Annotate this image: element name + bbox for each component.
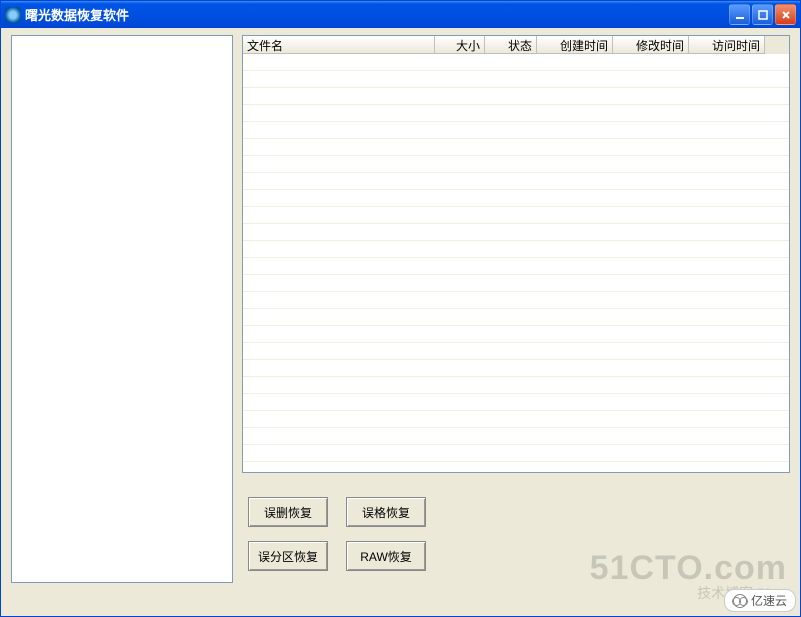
column-header-2[interactable]: 状态: [485, 36, 537, 54]
table-row[interactable]: [243, 190, 789, 207]
list-header: 文件名大小状态创建时间修改时间访问时间: [243, 36, 789, 54]
application-window: 曙光数据恢复软件 文件名大小状态创建时间修改时间访问时间 误删恢复 误格恢复: [0, 0, 801, 617]
table-row[interactable]: [243, 326, 789, 343]
table-row[interactable]: [243, 428, 789, 445]
close-button[interactable]: [775, 4, 796, 25]
table-row[interactable]: [243, 156, 789, 173]
table-row[interactable]: [243, 71, 789, 88]
table-row[interactable]: [243, 275, 789, 292]
window-controls: [729, 4, 796, 25]
table-row[interactable]: [243, 377, 789, 394]
table-row[interactable]: [243, 309, 789, 326]
column-header-1[interactable]: 大小: [435, 36, 485, 54]
tree-panel[interactable]: [11, 35, 233, 583]
file-list[interactable]: 文件名大小状态创建时间修改时间访问时间: [242, 35, 790, 473]
table-row[interactable]: [243, 343, 789, 360]
table-row[interactable]: [243, 360, 789, 377]
table-row[interactable]: [243, 258, 789, 275]
column-header-4[interactable]: 修改时间: [613, 36, 689, 54]
list-body[interactable]: [243, 54, 789, 472]
table-row[interactable]: [243, 105, 789, 122]
table-row[interactable]: [243, 292, 789, 309]
minimize-button[interactable]: [729, 4, 750, 25]
app-icon: [5, 7, 21, 23]
format-recover-button[interactable]: 误格恢复: [346, 497, 426, 527]
partition-recover-button[interactable]: 误分区恢复: [248, 541, 328, 571]
table-row[interactable]: [243, 88, 789, 105]
table-row[interactable]: [243, 394, 789, 411]
table-row[interactable]: [243, 139, 789, 156]
table-row[interactable]: [243, 122, 789, 139]
client-area: 文件名大小状态创建时间修改时间访问时间 误删恢复 误格恢复 误分区恢复 RAW恢…: [4, 28, 797, 613]
column-header-0[interactable]: 文件名: [243, 36, 435, 54]
column-header-3[interactable]: 创建时间: [537, 36, 613, 54]
table-row[interactable]: [243, 411, 789, 428]
column-header-5[interactable]: 访问时间: [689, 36, 765, 54]
watermark-sub: 技术博客 Blog: [697, 583, 785, 603]
table-row[interactable]: [243, 207, 789, 224]
table-row[interactable]: [243, 241, 789, 258]
table-row[interactable]: [243, 224, 789, 241]
table-row[interactable]: [243, 173, 789, 190]
titlebar[interactable]: 曙光数据恢复软件: [1, 1, 800, 28]
action-panel: 误删恢复 误格恢复 误分区恢复 RAW恢复: [242, 483, 790, 583]
table-row[interactable]: [243, 54, 789, 71]
table-row[interactable]: [243, 445, 789, 462]
raw-recover-button[interactable]: RAW恢复: [346, 541, 426, 571]
maximize-button[interactable]: [752, 4, 773, 25]
delete-recover-button[interactable]: 误删恢复: [248, 497, 328, 527]
window-title: 曙光数据恢复软件: [25, 5, 729, 24]
